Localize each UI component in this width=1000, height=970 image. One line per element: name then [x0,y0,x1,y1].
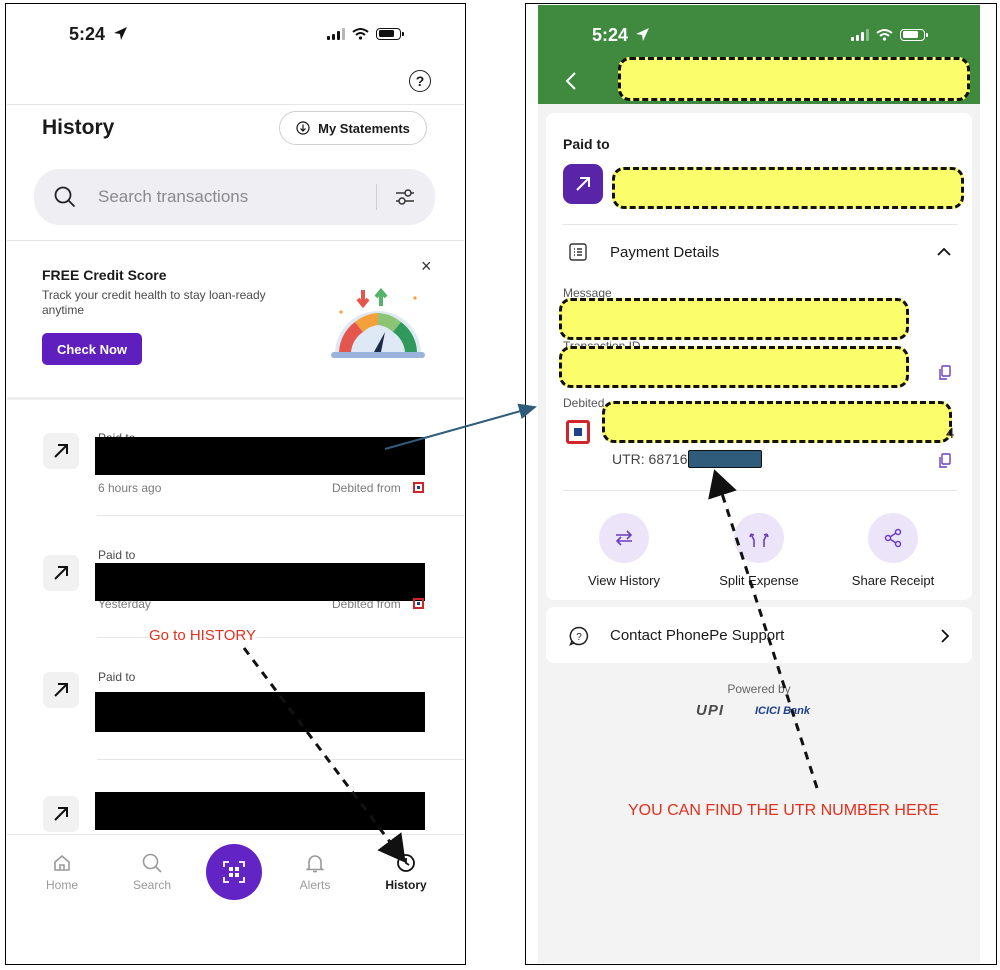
blue-pointer-arrow [384,403,537,450]
annotation-arrows [242,403,819,863]
utr-dashed-arrow [708,469,819,789]
history-dashed-arrow [242,647,406,863]
